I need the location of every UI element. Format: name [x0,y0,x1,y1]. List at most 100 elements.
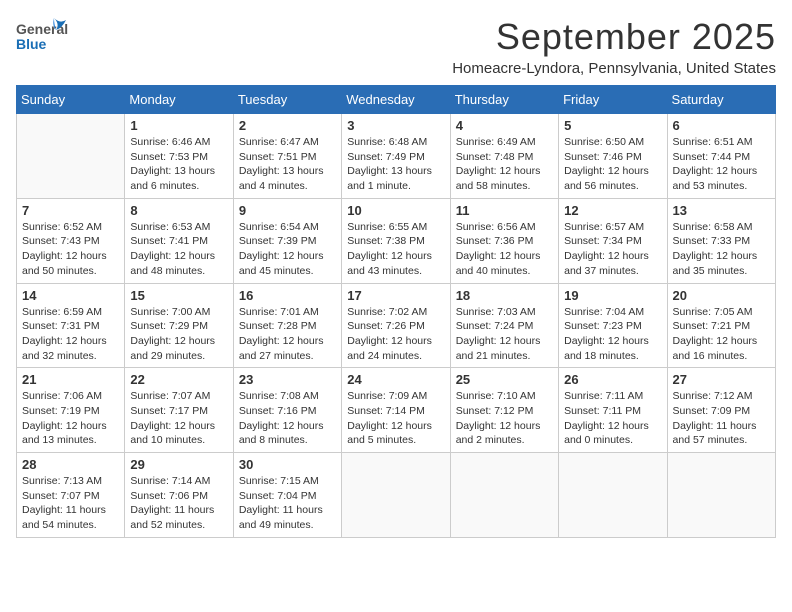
day-number: 2 [239,118,336,133]
day-info: Sunrise: 7:03 AMSunset: 7:24 PMDaylight:… [456,305,553,364]
svg-text:Blue: Blue [16,36,47,52]
calendar-cell: 24 Sunrise: 7:09 AMSunset: 7:14 PMDayligh… [342,368,450,453]
day-number: 27 [673,372,770,387]
day-number: 5 [564,118,661,133]
calendar-cell: 5 Sunrise: 6:50 AMSunset: 7:46 PMDaylight… [559,114,667,199]
day-info: Sunrise: 6:53 AMSunset: 7:41 PMDaylight:… [130,220,227,279]
day-info: Sunrise: 7:13 AMSunset: 7:07 PMDaylight:… [22,474,119,533]
weekday-header-monday: Monday [125,86,233,114]
calendar-cell [450,453,558,538]
calendar-cell [559,453,667,538]
day-number: 3 [347,118,444,133]
day-number: 18 [456,288,553,303]
day-info: Sunrise: 6:54 AMSunset: 7:39 PMDaylight:… [239,220,336,279]
day-info: Sunrise: 7:12 AMSunset: 7:09 PMDaylight:… [673,389,770,448]
day-info: Sunrise: 6:47 AMSunset: 7:51 PMDaylight:… [239,135,336,194]
page-title: September 2025 [452,16,776,58]
calendar-week-4: 21 Sunrise: 7:06 AMSunset: 7:19 PMDayligh… [17,368,776,453]
calendar-cell: 20 Sunrise: 7:05 AMSunset: 7:21 PMDayligh… [667,283,775,368]
calendar-cell: 14 Sunrise: 6:59 AMSunset: 7:31 PMDayligh… [17,283,125,368]
calendar-cell: 28 Sunrise: 7:13 AMSunset: 7:07 PMDayligh… [17,453,125,538]
calendar-cell: 11 Sunrise: 6:56 AMSunset: 7:36 PMDayligh… [450,198,558,283]
day-number: 6 [673,118,770,133]
calendar-cell: 12 Sunrise: 6:57 AMSunset: 7:34 PMDayligh… [559,198,667,283]
day-number: 10 [347,203,444,218]
day-number: 28 [22,457,119,472]
calendar-cell: 16Sunrise: 7:01 AMSunset: 7:28 PMDayligh… [233,283,341,368]
day-info: Sunrise: 7:15 AMSunset: 7:04 PMDaylight:… [239,474,336,533]
day-number: 12 [564,203,661,218]
calendar-body: 1 Sunrise: 6:46 AMSunset: 7:53 PMDaylight… [17,114,776,538]
day-info: Sunrise: 6:57 AMSunset: 7:34 PMDaylight:… [564,220,661,279]
weekday-header-sunday: Sunday [17,86,125,114]
day-info: Sunrise: 6:52 AMSunset: 7:43 PMDaylight:… [22,220,119,279]
day-info: Sunrise: 7:04 AMSunset: 7:23 PMDaylight:… [564,305,661,364]
calendar-cell: 3 Sunrise: 6:48 AMSunset: 7:49 PMDaylight… [342,114,450,199]
calendar-cell: 19 Sunrise: 7:04 AMSunset: 7:23 PMDayligh… [559,283,667,368]
weekday-header-wednesday: Wednesday [342,86,450,114]
calendar-week-5: 28 Sunrise: 7:13 AMSunset: 7:07 PMDayligh… [17,453,776,538]
calendar-cell: 6 Sunrise: 6:51 AMSunset: 7:44 PMDaylight… [667,114,775,199]
weekday-header-saturday: Saturday [667,86,775,114]
day-number: 11 [456,203,553,218]
day-info: Sunrise: 6:51 AMSunset: 7:44 PMDaylight:… [673,135,770,194]
calendar-cell: 15Sunrise: 7:00 AMSunset: 7:29 PMDayligh… [125,283,233,368]
calendar-cell: 8 Sunrise: 6:53 AMSunset: 7:41 PMDaylight… [125,198,233,283]
day-number: 1 [130,118,227,133]
day-info: Sunrise: 6:50 AMSunset: 7:46 PMDaylight:… [564,135,661,194]
calendar-header: SundayMondayTuesdayWednesdayThursdayFrid… [17,86,776,114]
calendar-cell: 18 Sunrise: 7:03 AMSunset: 7:24 PMDayligh… [450,283,558,368]
calendar-cell [667,453,775,538]
day-number: 8 [130,203,227,218]
calendar-cell: 9 Sunrise: 6:54 AMSunset: 7:39 PMDaylight… [233,198,341,283]
calendar-cell: 2 Sunrise: 6:47 AMSunset: 7:51 PMDaylight… [233,114,341,199]
day-number: 4 [456,118,553,133]
page-header: General Blue September 2025 Homeacre-Lyn… [16,16,776,77]
day-number: 9 [239,203,336,218]
day-number: 13 [673,203,770,218]
logo-icon: General Blue [16,16,68,58]
day-number: 24 [347,372,444,387]
calendar-week-3: 14 Sunrise: 6:59 AMSunset: 7:31 PMDayligh… [17,283,776,368]
calendar-cell: 27 Sunrise: 7:12 AMSunset: 7:09 PMDayligh… [667,368,775,453]
day-info: Sunrise: 7:06 AMSunset: 7:19 PMDaylight:… [22,389,119,448]
calendar-cell: 23Sunrise: 7:08 AMSunset: 7:16 PMDayligh… [233,368,341,453]
day-info: Sunrise: 7:09 AMSunset: 7:14 PMDaylight:… [347,389,444,448]
day-info: Sunrise: 7:05 AMSunset: 7:21 PMDaylight:… [673,305,770,364]
day-number: 20 [673,288,770,303]
day-info: Sunrise: 6:46 AMSunset: 7:53 PMDaylight:… [130,135,227,194]
calendar-cell: 26 Sunrise: 7:11 AMSunset: 7:11 PMDayligh… [559,368,667,453]
day-info: Sunrise: 6:58 AMSunset: 7:33 PMDaylight:… [673,220,770,279]
day-number: 14 [22,288,119,303]
day-info: Sunrise: 6:56 AMSunset: 7:36 PMDaylight:… [456,220,553,279]
calendar-cell: 13 Sunrise: 6:58 AMSunset: 7:33 PMDayligh… [667,198,775,283]
title-block: September 2025 Homeacre-Lyndora, Pennsyl… [452,16,776,77]
day-number: 21 [22,372,119,387]
calendar-cell: 29 Sunrise: 7:14 AMSunset: 7:06 PMDayligh… [125,453,233,538]
day-number: 22 [130,372,227,387]
calendar-cell: 4 Sunrise: 6:49 AMSunset: 7:48 PMDaylight… [450,114,558,199]
day-number: 7 [22,203,119,218]
day-number: 29 [130,457,227,472]
day-info: Sunrise: 7:14 AMSunset: 7:06 PMDaylight:… [130,474,227,533]
calendar-cell [17,114,125,199]
calendar-cell: 22 Sunrise: 7:07 AMSunset: 7:17 PMDayligh… [125,368,233,453]
day-number: 19 [564,288,661,303]
calendar-cell: 30 Sunrise: 7:15 AMSunset: 7:04 PMDayligh… [233,453,341,538]
calendar-week-2: 7 Sunrise: 6:52 AMSunset: 7:43 PMDaylight… [17,198,776,283]
calendar-cell: 1 Sunrise: 6:46 AMSunset: 7:53 PMDaylight… [125,114,233,199]
weekday-header-tuesday: Tuesday [233,86,341,114]
day-number: 26 [564,372,661,387]
day-info: Sunrise: 6:48 AMSunset: 7:49 PMDaylight:… [347,135,444,194]
day-number: 15 [130,288,227,303]
calendar-cell: 17Sunrise: 7:02 AMSunset: 7:26 PMDayligh… [342,283,450,368]
day-number: 17 [347,288,444,303]
day-info: Sunrise: 6:59 AMSunset: 7:31 PMDaylight:… [22,305,119,364]
day-info: Sunrise: 7:11 AMSunset: 7:11 PMDaylight:… [564,389,661,448]
day-info: Sunrise: 6:55 AMSunset: 7:38 PMDaylight:… [347,220,444,279]
day-info: Sunrise: 7:07 AMSunset: 7:17 PMDaylight:… [130,389,227,448]
logo: General Blue [16,16,68,58]
day-info: Sunrise: 7:10 AMSunset: 7:12 PMDaylight:… [456,389,553,448]
day-number: 30 [239,457,336,472]
day-info: Sunrise: 6:49 AMSunset: 7:48 PMDaylight:… [456,135,553,194]
